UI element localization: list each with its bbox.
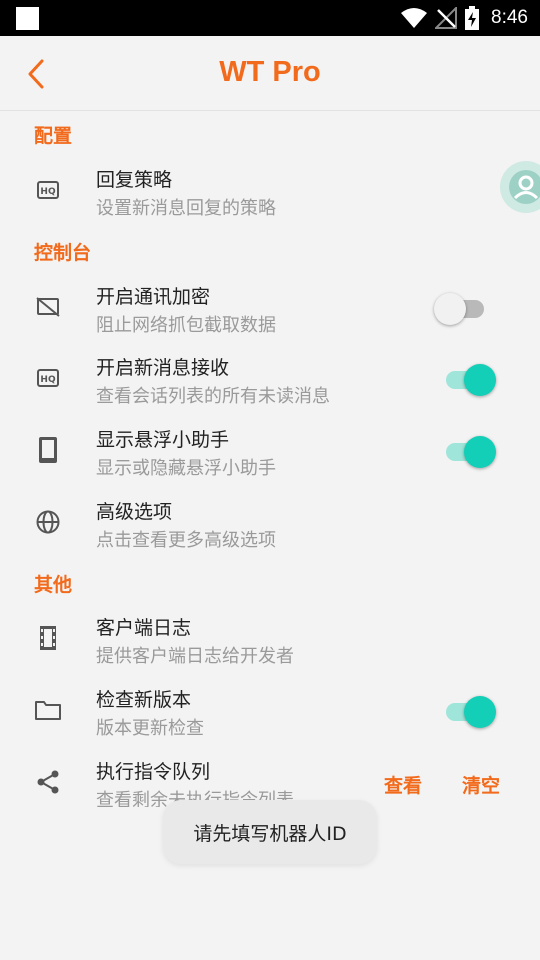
film-icon bbox=[32, 622, 64, 654]
hq-icon: HQ bbox=[32, 174, 64, 206]
row-floating-assistant[interactable]: 显示悬浮小助手 显示或隐藏悬浮小助手 bbox=[0, 415, 540, 487]
toggle-thumb bbox=[464, 436, 496, 468]
toggle-thumb bbox=[434, 293, 466, 325]
row-subtitle: 查看会话列表的所有未读消息 bbox=[96, 386, 330, 407]
svg-text:HQ: HQ bbox=[40, 375, 56, 385]
globe-icon bbox=[32, 506, 64, 538]
row-title: 开启新消息接收 bbox=[96, 357, 230, 379]
svg-text:HQ: HQ bbox=[40, 187, 56, 197]
status-time: 8:46 bbox=[491, 7, 528, 28]
row-client-log[interactable]: 客户端日志 提供客户端日志给开发者 bbox=[0, 603, 540, 675]
floating-assistant-avatar[interactable] bbox=[500, 161, 540, 213]
floating-toggle[interactable] bbox=[444, 434, 498, 468]
clear-queue-button[interactable]: 清空 bbox=[462, 771, 500, 798]
row-title: 开启通讯加密 bbox=[96, 286, 211, 308]
toggle-thumb bbox=[464, 364, 496, 396]
folder-icon bbox=[32, 694, 64, 726]
row-title: 客户端日志 bbox=[96, 617, 192, 639]
row-title: 回复策略 bbox=[96, 169, 173, 191]
row-title: 检查新版本 bbox=[96, 689, 192, 711]
status-bar: 8:46 bbox=[0, 0, 540, 36]
row-subtitle: 显示或隐藏悬浮小助手 bbox=[96, 458, 276, 479]
section-title-console: 控制台 bbox=[34, 242, 92, 264]
row-subtitle: 设置新消息回复的策略 bbox=[96, 198, 276, 219]
no-signal-icon bbox=[435, 7, 458, 29]
share-icon bbox=[32, 766, 64, 798]
tablet-icon bbox=[32, 434, 64, 466]
update-toggle[interactable] bbox=[444, 694, 498, 728]
row-subtitle: 版本更新检查 bbox=[96, 718, 204, 739]
row-title: 执行指令队列 bbox=[96, 761, 211, 783]
wifi-icon bbox=[401, 8, 428, 28]
row-encrypt[interactable]: 开启通讯加密 阻止网络抓包截取数据 bbox=[0, 272, 540, 344]
page-title: WT Pro bbox=[219, 56, 321, 88]
app-bar: WT Pro bbox=[0, 36, 540, 111]
no-screen-icon bbox=[32, 291, 64, 323]
row-subtitle: 阻止网络抓包截取数据 bbox=[96, 315, 276, 336]
row-title: 显示悬浮小助手 bbox=[96, 429, 230, 451]
toast-message: 请先填写机器人ID bbox=[163, 800, 377, 864]
receive-toggle[interactable] bbox=[444, 362, 498, 396]
row-title: 高级选项 bbox=[96, 501, 173, 523]
section-title-other: 其他 bbox=[34, 574, 73, 596]
view-queue-button[interactable]: 查看 bbox=[384, 771, 422, 798]
row-advanced[interactable]: 高级选项 点击查看更多高级选项 bbox=[0, 487, 540, 559]
row-subtitle: 点击查看更多高级选项 bbox=[96, 530, 276, 551]
row-receive[interactable]: HQ 开启新消息接收 查看会话列表的所有未读消息 bbox=[0, 343, 540, 415]
row-reply-policy[interactable]: HQ 回复策略 设置新消息回复的策略 bbox=[0, 155, 540, 227]
row-subtitle: 提供客户端日志给开发者 bbox=[96, 646, 294, 667]
row-check-update[interactable]: 检查新版本 版本更新检查 bbox=[0, 675, 540, 747]
toggle-thumb bbox=[464, 696, 496, 728]
status-icons: 8:46 bbox=[401, 0, 528, 36]
hq-icon: HQ bbox=[32, 362, 64, 394]
section-title-config: 配置 bbox=[34, 125, 73, 147]
battery-charging-icon bbox=[465, 6, 480, 30]
row-command-queue[interactable]: 执行指令队列 查看剩余未执行指令列表 查看 清空 bbox=[0, 747, 540, 807]
encrypt-toggle[interactable] bbox=[434, 291, 488, 325]
user-avatar-icon bbox=[509, 170, 540, 204]
notification-square-icon bbox=[16, 7, 39, 30]
